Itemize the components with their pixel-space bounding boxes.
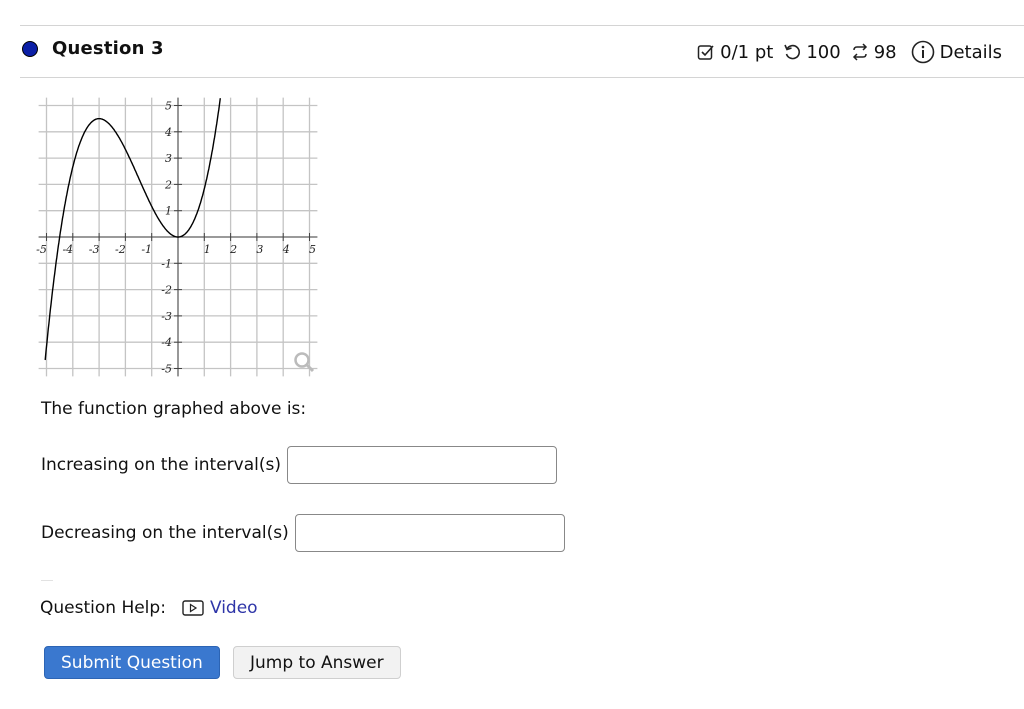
retries-count: 100 <box>806 41 841 63</box>
y-tick-label: -4 <box>161 336 172 349</box>
video-icon <box>182 600 204 616</box>
details-link[interactable]: Details <box>911 40 1002 64</box>
attempts-count: 98 <box>873 41 897 63</box>
increasing-label: Increasing on the interval(s) <box>41 455 281 475</box>
y-tick-label: -2 <box>161 284 172 297</box>
video-link[interactable]: Video <box>182 598 258 618</box>
checkbox-icon <box>697 45 714 60</box>
jump-to-answer-button[interactable]: Jump to Answer <box>233 646 401 679</box>
decreasing-row: Decreasing on the interval(s) <box>41 514 565 552</box>
question-meta: 0/1 pt 100 98 Details <box>687 40 1002 64</box>
status-dot-icon <box>22 40 38 57</box>
score-text: 0/1 pt <box>720 41 774 63</box>
x-tick-label: 3 <box>256 243 263 256</box>
y-tick-label: 2 <box>164 178 172 191</box>
function-curve <box>44 98 221 361</box>
x-tick-label: -4 <box>62 243 73 256</box>
top-divider <box>20 25 1024 26</box>
x-tick-label: -5 <box>36 243 47 256</box>
submit-question-button[interactable]: Submit Question <box>44 646 220 679</box>
question-title: Question 3 <box>52 38 164 59</box>
header-divider <box>20 77 1024 78</box>
y-tick-label: 3 <box>165 152 172 165</box>
undo-icon <box>784 44 801 60</box>
score: 0/1 pt <box>697 42 773 63</box>
y-tick-label: 4 <box>164 126 172 139</box>
question-header: Question 3 <box>22 38 164 59</box>
x-tick-label: 4 <box>282 243 290 256</box>
separator <box>41 580 53 581</box>
decreasing-input[interactable] <box>294 514 565 552</box>
x-tick-label: -1 <box>141 243 152 256</box>
x-tick-label: 2 <box>229 243 237 256</box>
function-graph[interactable]: -5 -4 -3 -2 -1 1 2 3 4 5 5 4 3 2 1 -1 -2 -3 -4 -5 <box>30 90 330 380</box>
retries: 100 <box>783 41 841 63</box>
x-tick-label: -2 <box>115 243 126 256</box>
help-label: Question Help: <box>40 598 166 618</box>
increasing-input[interactable] <box>287 446 557 484</box>
prompt-text: The function graphed above is: <box>41 399 307 419</box>
y-tick-label: 1 <box>165 205 172 218</box>
y-tick-label: 5 <box>165 100 172 113</box>
decreasing-label: Decreasing on the interval(s) <box>41 523 289 543</box>
x-tick-label: -3 <box>89 243 100 256</box>
details-label: Details <box>939 41 1002 63</box>
x-tick-label: 1 <box>204 243 211 256</box>
increasing-row: Increasing on the interval(s) <box>41 446 557 484</box>
video-label: Video <box>209 598 258 618</box>
y-tick-label: -3 <box>161 310 172 323</box>
y-tick-label: -1 <box>161 257 172 270</box>
y-tick-label: -5 <box>161 363 172 376</box>
x-tick-label: 5 <box>309 243 316 256</box>
repeat-icon <box>852 43 867 61</box>
question-help: Question Help: Video <box>40 598 258 618</box>
info-icon <box>911 40 934 64</box>
attempts: 98 <box>851 42 897 63</box>
